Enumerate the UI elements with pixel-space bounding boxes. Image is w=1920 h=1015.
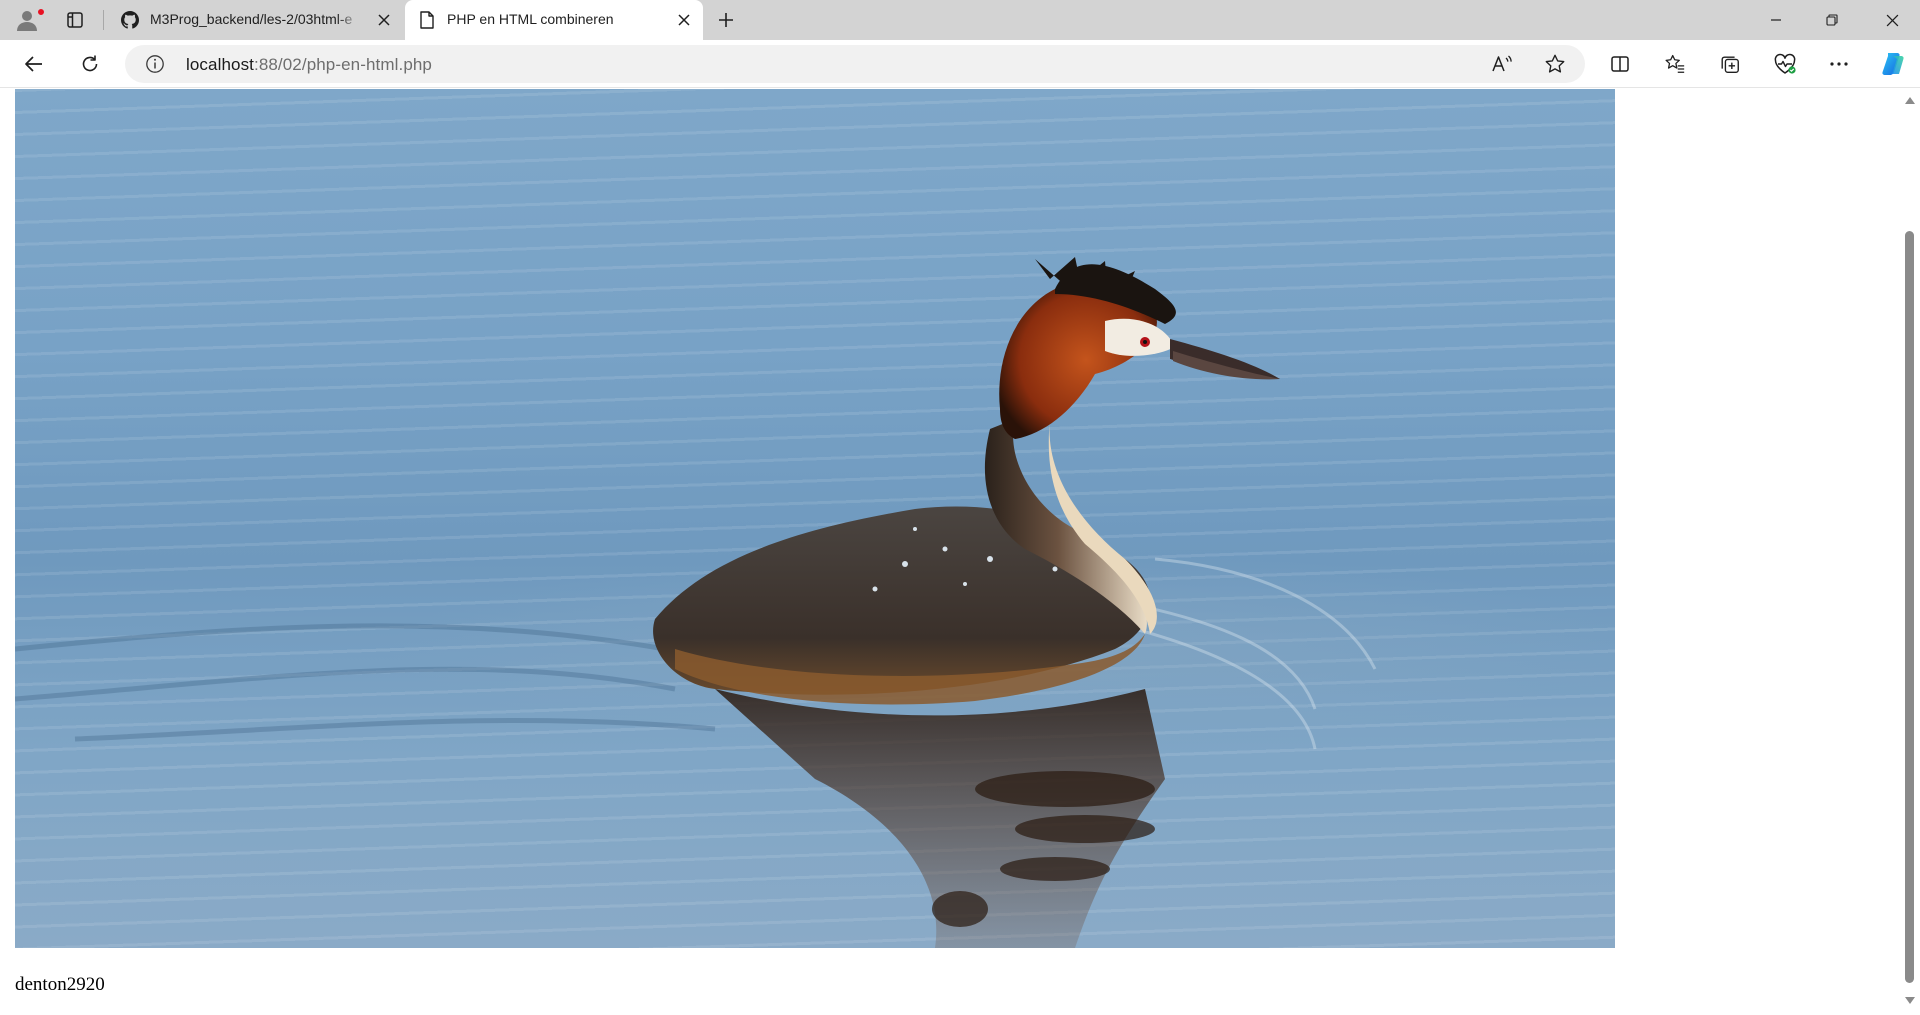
tab-title: PHP en HTML combineren	[447, 11, 614, 27]
tab-separator	[103, 10, 104, 30]
star-icon[interactable]	[1542, 52, 1568, 76]
minimize-icon	[1771, 19, 1781, 21]
page-icon	[417, 10, 437, 30]
url-text[interactable]: localhost:88/02/php-en-html.php	[186, 55, 432, 75]
photo-caption: denton2920	[15, 974, 105, 995]
tab-php-en-html[interactable]: PHP en HTML combineren	[405, 0, 703, 40]
info-icon[interactable]	[145, 54, 165, 74]
collections-icon	[1721, 56, 1739, 73]
restore-button[interactable]	[1804, 0, 1860, 40]
reload-icon	[82, 55, 98, 72]
close-icon	[1886, 14, 1898, 26]
profile-icon	[17, 11, 37, 31]
minimize-button[interactable]	[1748, 0, 1804, 40]
restore-icon	[1826, 14, 1838, 26]
scrollbar-thumb[interactable]	[1905, 231, 1914, 983]
browser-toolbar: localhost:88/02/php-en-html.php	[0, 40, 1920, 88]
scroll-up-arrow-icon[interactable]	[1905, 97, 1915, 104]
url-path: :88/02/php-en-html.php	[254, 55, 432, 74]
github-icon	[120, 10, 140, 30]
notification-badge	[37, 8, 45, 16]
tab-actions-button[interactable]	[58, 6, 92, 34]
reload-button[interactable]	[72, 48, 108, 80]
copilot-icon	[1882, 53, 1904, 75]
back-button[interactable]	[16, 48, 52, 80]
grebe-illustration	[15, 257, 1377, 948]
new-tab-button[interactable]	[713, 7, 739, 33]
page-viewport: denton2920	[0, 89, 1900, 1015]
collections-button[interactable]	[1712, 48, 1748, 80]
address-bar[interactable]: localhost:88/02/php-en-html.php	[125, 45, 1585, 83]
tab-actions-icon	[67, 12, 83, 28]
split-screen-button[interactable]	[1602, 48, 1638, 80]
profile-button[interactable]	[10, 5, 45, 35]
close-window-button[interactable]	[1864, 0, 1920, 40]
read-aloud-icon[interactable]	[1489, 52, 1515, 76]
grebe-photo	[15, 89, 1615, 948]
tab-strip: M3Prog_backend/les-2/03html-e PHP en HTM…	[0, 0, 1920, 40]
favorites-icon	[1665, 54, 1685, 73]
favorites-button[interactable]	[1657, 48, 1693, 80]
back-arrow-icon	[25, 56, 42, 72]
plus-icon	[719, 13, 733, 27]
scroll-down-arrow-icon[interactable]	[1905, 997, 1915, 1004]
settings-and-more-button[interactable]	[1821, 48, 1857, 80]
more-icon	[1830, 62, 1848, 66]
url-host: localhost	[186, 55, 254, 74]
page-scrollbar[interactable]	[1900, 89, 1920, 1015]
close-tab-icon[interactable]	[675, 11, 693, 29]
copilot-button[interactable]	[1875, 48, 1911, 80]
tab-github[interactable]: M3Prog_backend/les-2/03html-e	[108, 0, 403, 40]
heart-pulse-icon	[1774, 53, 1796, 74]
close-tab-icon[interactable]	[375, 11, 393, 29]
browser-essentials-button[interactable]	[1767, 48, 1803, 80]
split-screen-icon	[1611, 56, 1629, 72]
tab-title: M3Prog_backend/les-2/03html-e	[150, 11, 353, 27]
